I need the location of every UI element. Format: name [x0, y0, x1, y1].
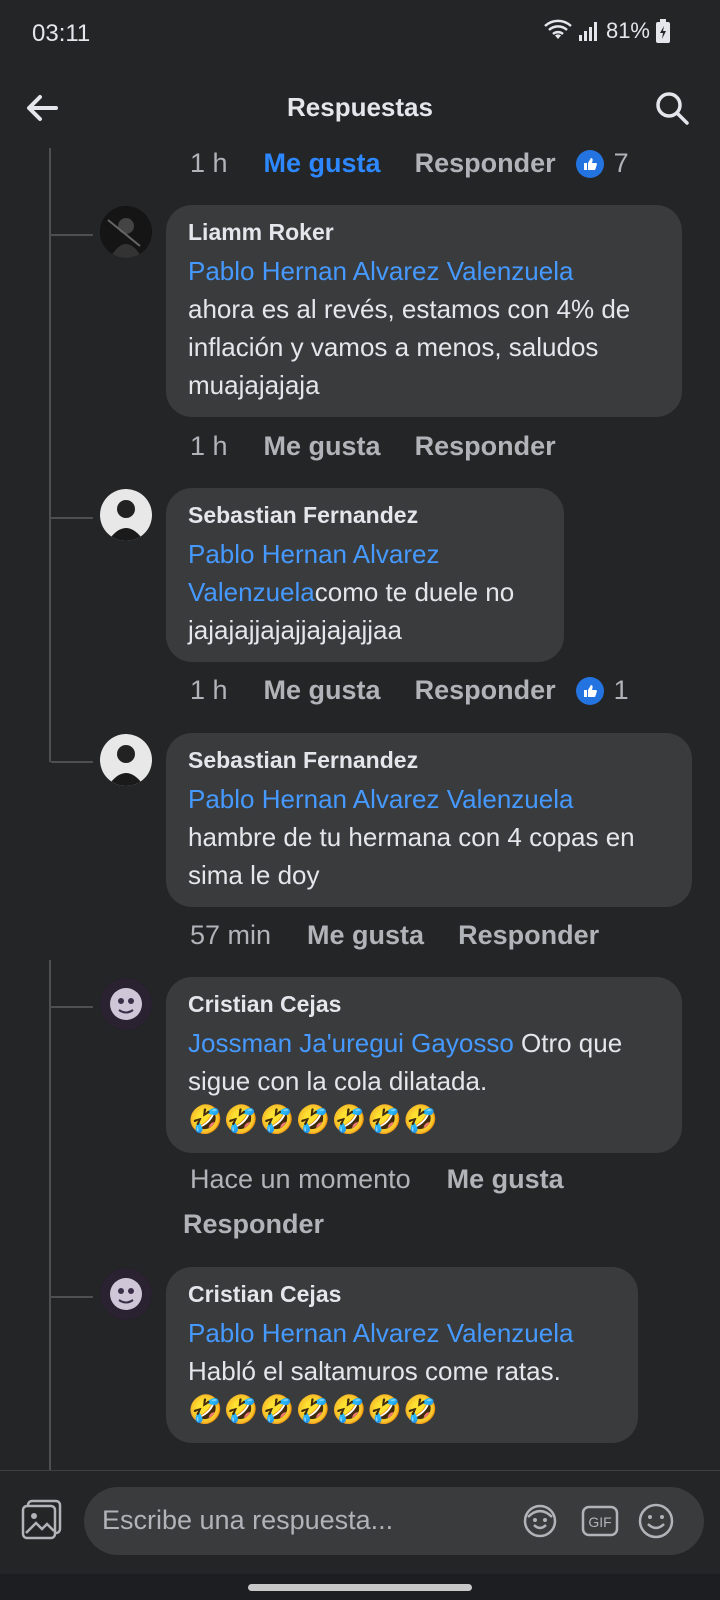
svg-text:GIF: GIF — [588, 1514, 611, 1530]
status-icons: 81% — [544, 18, 670, 44]
reply-button[interactable]: Responder — [458, 920, 599, 951]
header: Respuestas — [0, 68, 720, 148]
comment-bubble: Liamm Roker Pablo Hernan Alvarez Valenzu… — [166, 205, 682, 417]
comment-bubble: Cristian Cejas Jossman Ja'uregui Gayosso… — [166, 977, 682, 1153]
avatar[interactable] — [100, 978, 152, 1030]
comment-text: Pablo Hernan Alvarez Valenzuela ahora es … — [188, 252, 660, 404]
search-icon[interactable] — [652, 88, 692, 128]
avatar-sticker-icon[interactable] — [520, 1501, 560, 1541]
reply-composer: Escribe una respuesta... GIF — [0, 1470, 720, 1575]
like-button[interactable]: Me gusta — [264, 675, 381, 706]
thumbs-up-icon — [575, 149, 604, 178]
reaction-number: 7 — [613, 148, 629, 178]
signal-icon — [578, 22, 597, 41]
avatar[interactable] — [100, 489, 152, 541]
thread-branch — [51, 234, 93, 236]
avatar[interactable] — [100, 1268, 152, 1320]
comment-actions: 1 h Me gusta Responder 7 — [190, 148, 629, 179]
avatar[interactable] — [100, 734, 152, 786]
like-button[interactable]: Me gusta — [264, 148, 381, 179]
thread-branch — [51, 761, 93, 763]
comment-author[interactable]: Cristian Cejas — [188, 1281, 616, 1308]
comment-body: hambre de tu hermana con 4 copas en sima… — [188, 822, 635, 890]
comment-time: Hace un momento — [190, 1164, 411, 1194]
thread-branch — [51, 1296, 93, 1298]
reaction-number: 1 — [613, 675, 629, 705]
comment-actions: 1 h Me gusta Responder — [190, 431, 576, 462]
comment-actions: Hace un momento Me gusta — [190, 1164, 598, 1195]
thumbs-up-icon — [575, 676, 604, 705]
comment-text: Pablo Hernan Alvarez Valenzuelacomo te d… — [188, 535, 542, 649]
system-nav-bar — [0, 1574, 720, 1600]
comment-actions: 57 min Me gusta Responder — [190, 920, 619, 951]
comment-text: Pablo Hernan Alvarez Valenzuela hambre de… — [188, 780, 670, 894]
mention-link[interactable]: Jossman Ja'uregui Gayosso — [188, 1028, 514, 1058]
status-bar: 03:11 81% — [0, 0, 720, 68]
home-indicator[interactable] — [248, 1584, 472, 1591]
comment-author[interactable]: Sebastian Fernandez — [188, 502, 542, 529]
thread-line — [49, 960, 51, 1470]
avatar[interactable] — [100, 206, 152, 258]
comment-body: ahora es al revés, estamos con 4% de inf… — [188, 294, 631, 400]
mention-link[interactable]: Pablo Hernan Alvarez Valenzuela — [188, 1318, 573, 1348]
comment-time: 1 h — [190, 675, 228, 705]
wifi-icon — [544, 19, 572, 39]
comment-author[interactable]: Liamm Roker — [188, 219, 660, 246]
comment-bubble: Sebastian Fernandez Pablo Hernan Alvarez… — [166, 733, 692, 907]
comment-actions: 1 h Me gusta Responder 1 — [190, 675, 629, 706]
replies-thread: 1 h Me gusta Responder 7 Liamm Roker Pab… — [0, 148, 720, 1470]
reply-button[interactable]: Responder — [415, 431, 556, 462]
reply-button[interactable]: Responder — [415, 148, 556, 179]
reaction-count[interactable]: 1 — [575, 675, 629, 706]
comment-author[interactable]: Sebastian Fernandez — [188, 747, 670, 774]
comment-text: Pablo Hernan Alvarez Valenzuela Habló el … — [188, 1314, 616, 1390]
photo-icon[interactable] — [20, 1497, 64, 1541]
thread-branch — [51, 517, 93, 519]
like-button[interactable]: Me gusta — [307, 920, 424, 951]
emoji-icon[interactable] — [636, 1501, 676, 1541]
page-title: Respuestas — [287, 92, 433, 122]
comment-time: 1 h — [190, 431, 228, 461]
comment-body: Habló el saltamuros come ratas. — [188, 1356, 561, 1386]
mention-link[interactable]: Pablo Hernan Alvarez Valenzuela — [188, 256, 573, 286]
reply-button[interactable]: Responder — [183, 1209, 324, 1240]
comment-time: 57 min — [190, 920, 272, 950]
thread-line — [49, 148, 51, 762]
mention-link[interactable]: Pablo Hernan Alvarez Valenzuela — [188, 784, 573, 814]
reply-placeholder: Escribe una respuesta... — [102, 1505, 394, 1535]
reply-button[interactable]: Responder — [415, 675, 556, 706]
like-button[interactable]: Me gusta — [264, 431, 381, 462]
reply-input[interactable]: Escribe una respuesta... GIF — [84, 1487, 704, 1555]
thread-branch — [51, 1006, 93, 1008]
comment-bubble: Sebastian Fernandez Pablo Hernan Alvarez… — [166, 488, 564, 662]
status-time: 03:11 — [32, 20, 91, 47]
reaction-count[interactable]: 7 — [575, 148, 629, 179]
gif-icon[interactable]: GIF — [580, 1501, 620, 1541]
laughing-emoji-row: 🤣🤣🤣🤣🤣🤣🤣 — [188, 1104, 440, 1135]
comment-actions-wrap: Responder — [183, 1209, 344, 1240]
like-button[interactable]: Me gusta — [447, 1164, 564, 1195]
comment-text: Jossman Ja'uregui Gayosso Otro que sigue… — [188, 1024, 660, 1100]
battery-icon — [656, 19, 670, 43]
battery-percent: 81% — [605, 18, 650, 43]
laughing-emoji-row: 🤣🤣🤣🤣🤣🤣🤣 — [188, 1394, 440, 1425]
comment-time: 1 h — [190, 148, 228, 178]
comment-bubble: Cristian Cejas Pablo Hernan Alvarez Vale… — [166, 1267, 638, 1443]
comment-author[interactable]: Cristian Cejas — [188, 991, 660, 1018]
